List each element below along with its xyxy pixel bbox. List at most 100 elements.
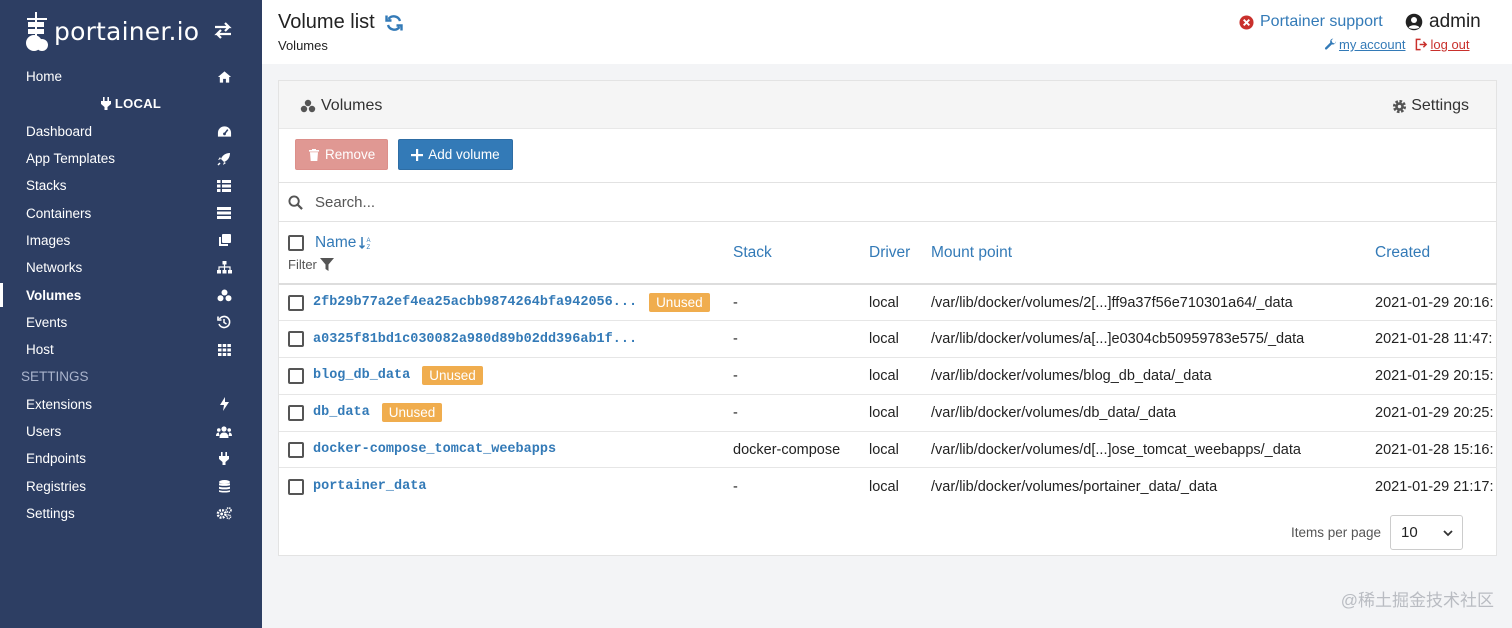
plug-icon xyxy=(100,97,111,111)
sidebar-item-app-templates[interactable]: App Templates xyxy=(0,145,262,172)
home-icon xyxy=(216,69,232,85)
row-checkbox[interactable] xyxy=(288,478,304,495)
brand-logo-link[interactable]: portainer.io xyxy=(24,8,199,54)
sidebar-item-dashboard[interactable]: Dashboard xyxy=(0,118,262,145)
sidebar-item-home[interactable]: Home xyxy=(0,63,262,90)
created-cell: 2021-01-29 20:16: xyxy=(1375,284,1497,322)
driver-cell: local xyxy=(869,284,931,322)
volumes-table: Name AZ Filter Stack Driver Mount point … xyxy=(279,223,1497,505)
table-row: 2fb29b77a2ef4ea25acbb9874264bfa942056...… xyxy=(279,284,1497,322)
sidebar-item-settings[interactable]: Settings xyxy=(0,500,262,527)
column-name: Name AZ Filter xyxy=(279,223,733,284)
name-filter[interactable]: Filter xyxy=(288,257,733,272)
page-header: Volume list Volumes Portainer support ad… xyxy=(262,0,1512,64)
log-out-label: log out xyxy=(1430,37,1470,52)
sidebar-item-extensions[interactable]: Extensions xyxy=(0,391,262,418)
column-stack[interactable]: Stack xyxy=(733,223,869,284)
created-cell: 2021-01-29 20:25: xyxy=(1375,394,1497,432)
endpoint-name: LOCAL xyxy=(0,90,262,117)
select-all-checkbox[interactable] xyxy=(288,235,304,251)
remove-button[interactable]: Remove xyxy=(295,139,389,170)
plus-icon xyxy=(411,148,424,161)
sidebar-item-containers[interactable]: Containers xyxy=(0,199,262,226)
sidebar-item-label: Settings xyxy=(26,505,75,521)
table-row: portainer_data - local /var/lib/docker/v… xyxy=(279,468,1497,505)
stack-cell: - xyxy=(733,320,869,359)
volume-name-link[interactable]: db_data xyxy=(313,405,370,420)
log-out-link[interactable]: log out xyxy=(1415,37,1470,52)
column-created[interactable]: Created xyxy=(1375,223,1497,284)
dashboard-icon xyxy=(216,123,232,139)
support-label: Portainer support xyxy=(1260,13,1383,30)
column-name-label: Name xyxy=(315,234,357,251)
gear-icon xyxy=(1393,99,1407,113)
user-circle-icon xyxy=(1405,13,1423,31)
cubes-icon xyxy=(300,99,316,113)
sidebar-item-images[interactable]: Images xyxy=(0,227,262,254)
page-title-text: Volume list xyxy=(278,11,375,33)
bolt-icon xyxy=(216,396,232,412)
portainer-support-link[interactable]: Portainer support xyxy=(1239,13,1383,31)
volume-name-link[interactable]: docker-compose_tomcat_weebapps xyxy=(313,442,556,457)
sort-by-name[interactable]: Name AZ xyxy=(315,234,373,252)
sidebar-item-label: Stacks xyxy=(26,178,67,194)
table-row: docker-compose_tomcat_weebapps docker-co… xyxy=(279,431,1497,469)
sidebar-item-label: Registries xyxy=(26,478,87,494)
stack-cell: - xyxy=(733,478,738,495)
row-checkbox[interactable] xyxy=(288,441,304,458)
refresh-icon[interactable] xyxy=(384,13,404,33)
search-bar xyxy=(279,182,1496,222)
row-checkbox[interactable] xyxy=(288,367,304,384)
user-label: admin xyxy=(1429,11,1481,32)
column-mount-point[interactable]: Mount point xyxy=(931,223,1375,284)
plug-icon xyxy=(216,451,232,467)
sidebar-item-networks[interactable]: Networks xyxy=(0,254,262,281)
panel-title: Volumes xyxy=(300,97,382,115)
sidebar-item-volumes[interactable]: Volumes xyxy=(0,281,262,309)
search-input[interactable] xyxy=(315,193,915,211)
times-circle-icon xyxy=(1239,14,1254,30)
volumes-panel: Volumes Settings Remove Add volume Searc… xyxy=(278,80,1497,556)
my-account-link[interactable]: my account xyxy=(1324,37,1405,52)
chevron-down-icon xyxy=(1443,529,1453,536)
volume-name-link[interactable]: portainer_data xyxy=(313,479,426,494)
volume-name-link[interactable]: blog_db_data xyxy=(313,368,410,383)
sidebar-item-label: Volumes xyxy=(26,287,82,303)
row-checkbox[interactable] xyxy=(288,294,304,311)
rocket-icon xyxy=(216,151,232,167)
sidebar-item-label: App Templates xyxy=(26,151,116,167)
table-header-row: Name AZ Filter Stack Driver Mount point … xyxy=(279,223,1497,284)
add-volume-button[interactable]: Add volume xyxy=(398,139,513,170)
row-checkbox[interactable] xyxy=(288,331,304,348)
created-cell: 2021-01-29 21:17: xyxy=(1375,478,1494,495)
remove-label: Remove xyxy=(325,147,376,162)
sidebar-item-endpoints[interactable]: Endpoints xyxy=(0,445,262,472)
items-per-page-select[interactable]: 10 xyxy=(1390,515,1463,550)
volume-name-link[interactable]: a0325f81bd1c030082a980d89b02dd396ab1f... xyxy=(313,332,637,347)
action-bar: Remove Add volume xyxy=(295,139,513,170)
table-row: db_data Unused - local /var/lib/docker/vo… xyxy=(279,394,1497,432)
sidebar-item-label: Extensions xyxy=(26,396,93,412)
mount-point-cell: /var/lib/docker/volumes/d[...]ose_tomcat… xyxy=(931,431,1375,469)
mount-point-cell: /var/lib/docker/volumes/a[...]e0304cb509… xyxy=(931,320,1375,359)
svg-text:Z: Z xyxy=(367,245,371,250)
sitemap-icon xyxy=(216,260,232,276)
portainer-logo-icon xyxy=(26,12,48,51)
search-icon xyxy=(288,194,303,210)
sidebar-item-users[interactable]: Users xyxy=(0,418,262,445)
breadcrumb: Volumes xyxy=(278,38,328,53)
created-cell: 2021-01-29 20:15: xyxy=(1375,357,1497,395)
panel-header: Volumes Settings xyxy=(279,81,1496,129)
table-settings-button[interactable]: Settings xyxy=(1392,97,1469,115)
column-driver[interactable]: Driver xyxy=(869,223,931,284)
driver-cell: local xyxy=(869,431,931,469)
sidebar-item-host[interactable]: Host xyxy=(0,336,262,363)
exchange-icon[interactable] xyxy=(213,20,233,40)
sidebar-item-registries[interactable]: Registries xyxy=(0,472,262,499)
sidebar-item-events[interactable]: Events xyxy=(0,309,262,336)
sidebar-item-label: Home xyxy=(26,69,63,85)
volume-name-link[interactable]: 2fb29b77a2ef4ea25acbb9874264bfa942056... xyxy=(313,295,637,310)
row-checkbox[interactable] xyxy=(288,404,304,421)
clone-icon xyxy=(216,232,232,248)
sidebar-item-stacks[interactable]: Stacks xyxy=(0,172,262,199)
